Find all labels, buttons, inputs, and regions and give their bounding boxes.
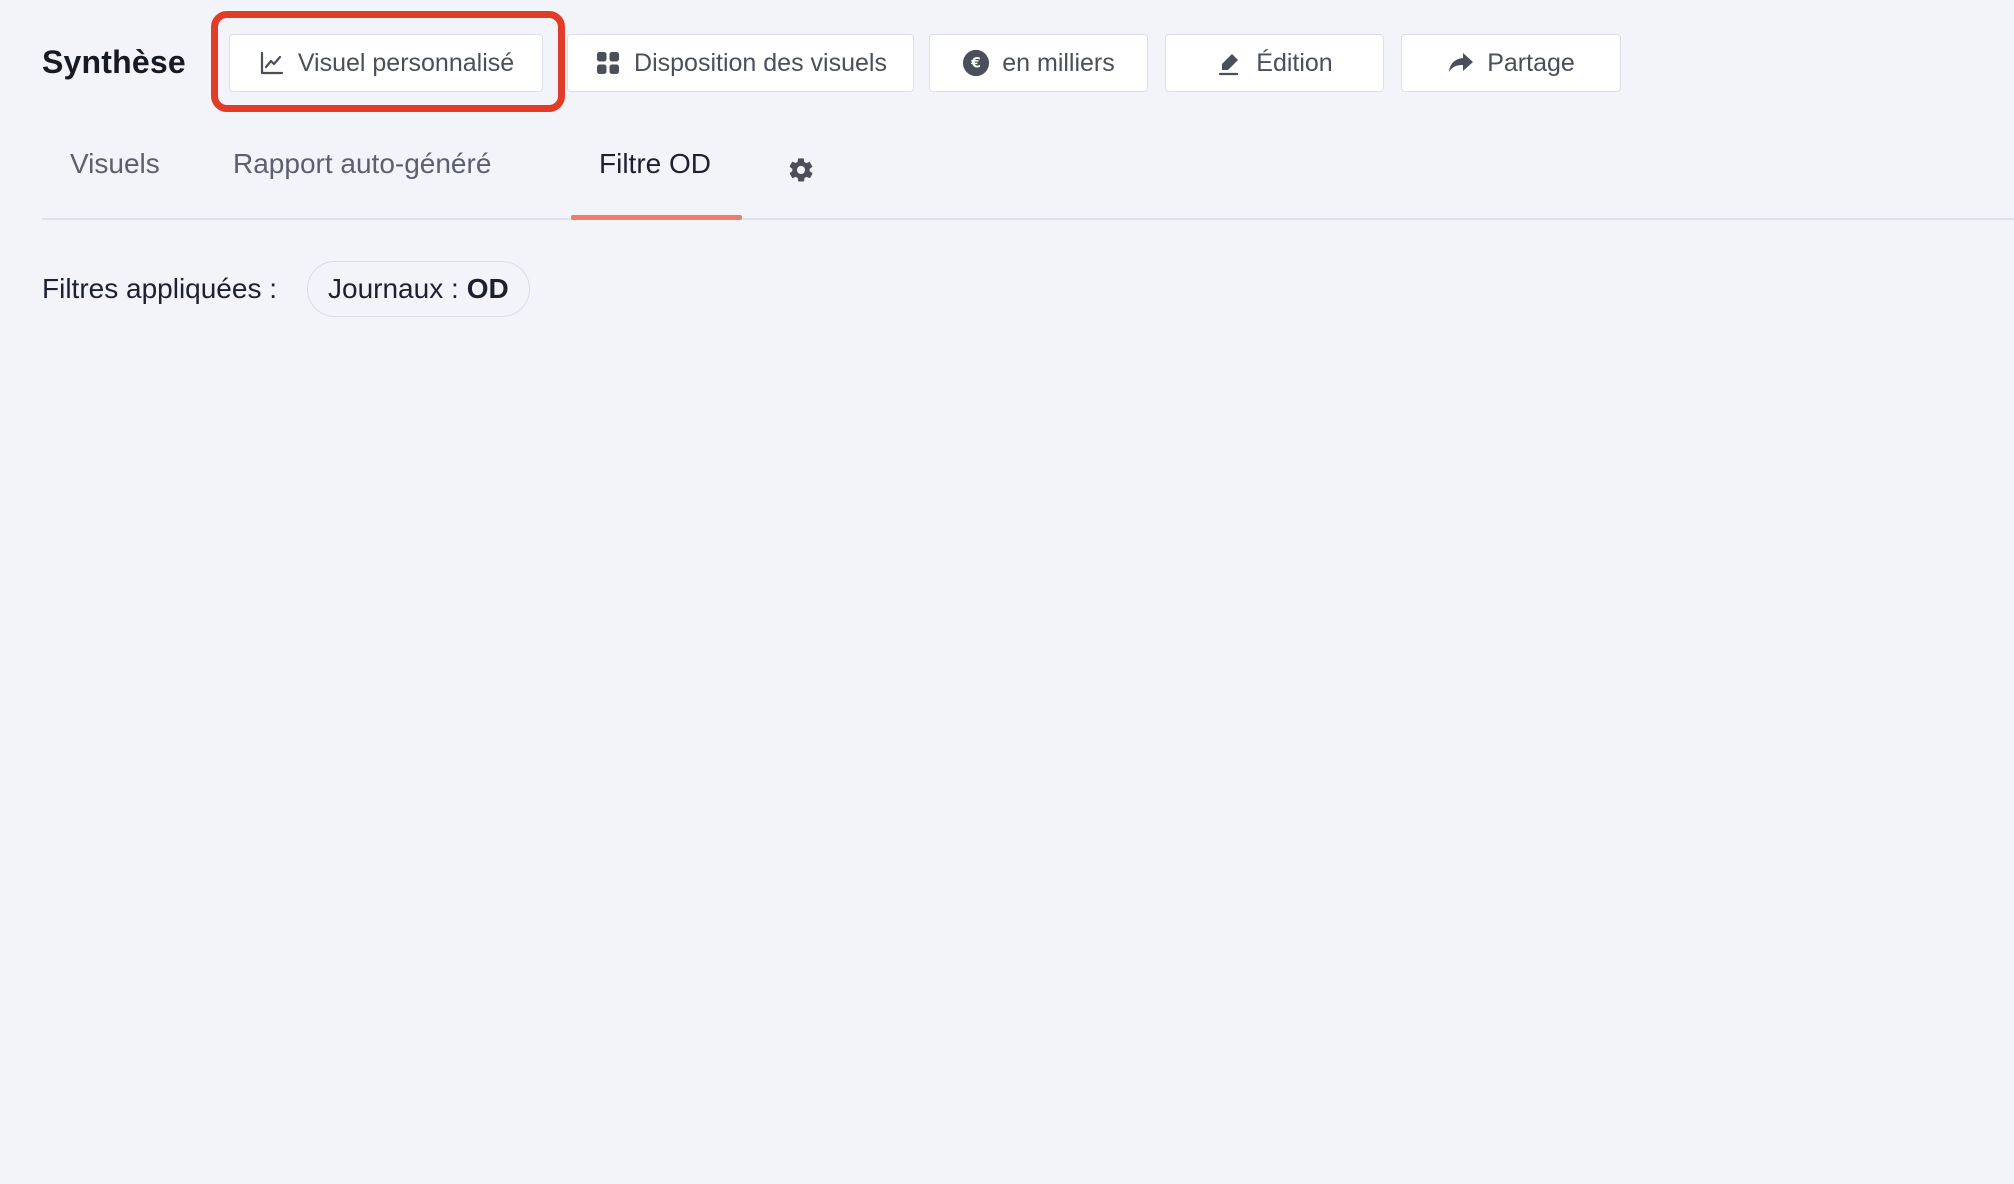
share-button[interactable]: Partage [1401, 34, 1621, 92]
custom-visual-label: Visuel personnalisé [297, 48, 515, 77]
filter-chip-key: Journaux : [328, 273, 459, 304]
filters-label: Filtres appliquées : [42, 273, 278, 304]
grid-icon [594, 49, 622, 77]
gear-icon[interactable] [787, 156, 815, 184]
svg-text:€: € [970, 56, 981, 72]
line-chart-icon [258, 49, 286, 77]
visual-layout-label: Disposition des visuels [634, 48, 887, 77]
edit-button[interactable]: Édition [1165, 34, 1384, 92]
active-tab-indicator [571, 215, 742, 220]
tab-auto-report[interactable]: Rapport auto-généré [233, 148, 491, 180]
share-icon [1447, 49, 1475, 77]
toolbar: Synthèse Visuel personnalisé Disposition… [42, 34, 1642, 94]
tab-bar: Visuels Rapport auto-généré Filtre OD [42, 130, 2014, 220]
tab-filtre-od[interactable]: Filtre OD [599, 148, 711, 180]
page-title: Synthèse [42, 44, 186, 80]
euro-icon: € [962, 49, 990, 77]
custom-visual-button[interactable]: Visuel personnalisé [229, 34, 543, 92]
visual-layout-button[interactable]: Disposition des visuels [567, 34, 914, 92]
thousands-unit-label: en milliers [1002, 48, 1115, 77]
applied-filters: Filtres appliquées : Journaux : OD [42, 260, 530, 318]
filter-chip-value: OD [466, 273, 509, 304]
pen-icon [1216, 49, 1244, 77]
share-label: Partage [1487, 48, 1575, 77]
tab-visuels[interactable]: Visuels [70, 148, 160, 180]
thousands-unit-button[interactable]: € en milliers [929, 34, 1148, 92]
filter-chip-journaux[interactable]: Journaux : OD [307, 261, 530, 317]
edit-label: Édition [1256, 48, 1333, 77]
